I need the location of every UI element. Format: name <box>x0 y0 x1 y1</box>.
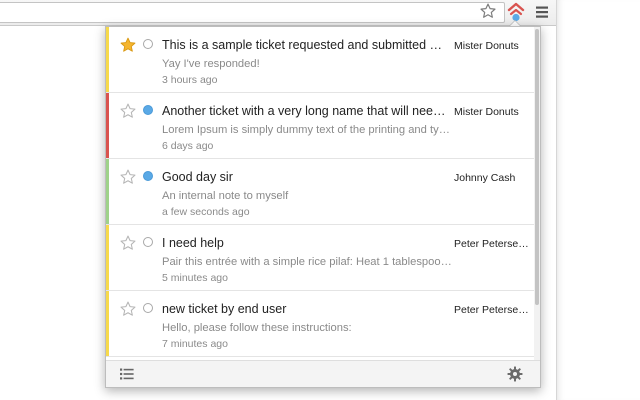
status-new-icon <box>143 171 153 181</box>
ticket-subject: Good day sir <box>162 170 233 184</box>
star-outline-icon[interactable] <box>119 234 137 252</box>
hamburger-menu-icon[interactable] <box>534 4 550 20</box>
scrollbar-thumb[interactable] <box>535 29 539 305</box>
priority-stripe <box>106 225 109 290</box>
ticket-subject: This is a sample ticket requested and su… <box>162 38 448 52</box>
ticket-row[interactable]: Good day sir Johnny Cash An internal not… <box>106 159 534 225</box>
ticket-subject: Another ticket with a very long name tha… <box>162 104 448 118</box>
status-open-icon <box>143 303 153 313</box>
scrollbar[interactable] <box>534 27 540 360</box>
ticket-snippet: An internal note to myself <box>162 190 289 202</box>
list-icon[interactable] <box>120 368 134 380</box>
ticket-time: 5 minutes ago <box>162 272 228 284</box>
ticket-snippet: Yay I've responded! <box>162 58 260 70</box>
star-outline-icon[interactable] <box>119 300 137 318</box>
ticket-requester: Mister Donuts <box>454 106 519 118</box>
ticket-row[interactable]: Another ticket with a very long name tha… <box>106 93 534 159</box>
ticket-requester: Peter Petersen… <box>454 238 530 250</box>
priority-stripe <box>106 27 109 92</box>
priority-stripe <box>106 93 109 158</box>
tickets-popup: This is a sample ticket requested and su… <box>105 26 541 388</box>
ticket-time: 6 days ago <box>162 140 214 152</box>
star-outline-icon[interactable] <box>119 168 137 186</box>
ticket-snippet: Hello, please follow these instructions: <box>162 322 352 334</box>
ticket-requester: Mister Donuts <box>454 40 519 52</box>
ticket-row[interactable]: new ticket by end user Peter Petersen… H… <box>106 291 534 357</box>
window-edge <box>556 0 640 400</box>
status-open-icon <box>143 39 153 49</box>
browser-toolbar <box>0 0 556 26</box>
ticket-snippet: Pair this entrée with a simple rice pila… <box>162 256 452 268</box>
gear-icon[interactable] <box>507 366 523 382</box>
status-open-icon <box>143 237 153 247</box>
ticket-snippet: Lorem Ipsum is simply dummy text of the … <box>162 124 452 136</box>
ticket-list: This is a sample ticket requested and su… <box>106 27 534 360</box>
priority-stripe <box>106 159 109 224</box>
ticket-time: a few seconds ago <box>162 206 250 218</box>
star-outline-icon[interactable] <box>119 102 137 120</box>
ticket-row[interactable]: I need help Peter Petersen… Pair this en… <box>106 225 534 291</box>
ticket-requester: Johnny Cash <box>454 172 516 184</box>
star-filled-icon[interactable] <box>119 36 137 54</box>
priority-stripe <box>106 291 109 356</box>
ticket-time: 7 minutes ago <box>162 338 228 350</box>
popup-footer <box>106 360 540 387</box>
ticket-requester: Peter Petersen… <box>454 304 530 316</box>
ticket-subject: I need help <box>162 236 224 250</box>
star-outline-icon[interactable] <box>479 2 497 20</box>
ticket-time: 3 hours ago <box>162 74 218 86</box>
address-bar[interactable] <box>0 2 505 23</box>
status-new-icon <box>143 105 153 115</box>
ticket-subject: new ticket by end user <box>162 302 287 316</box>
ticket-row[interactable]: This is a sample ticket requested and su… <box>106 27 534 93</box>
